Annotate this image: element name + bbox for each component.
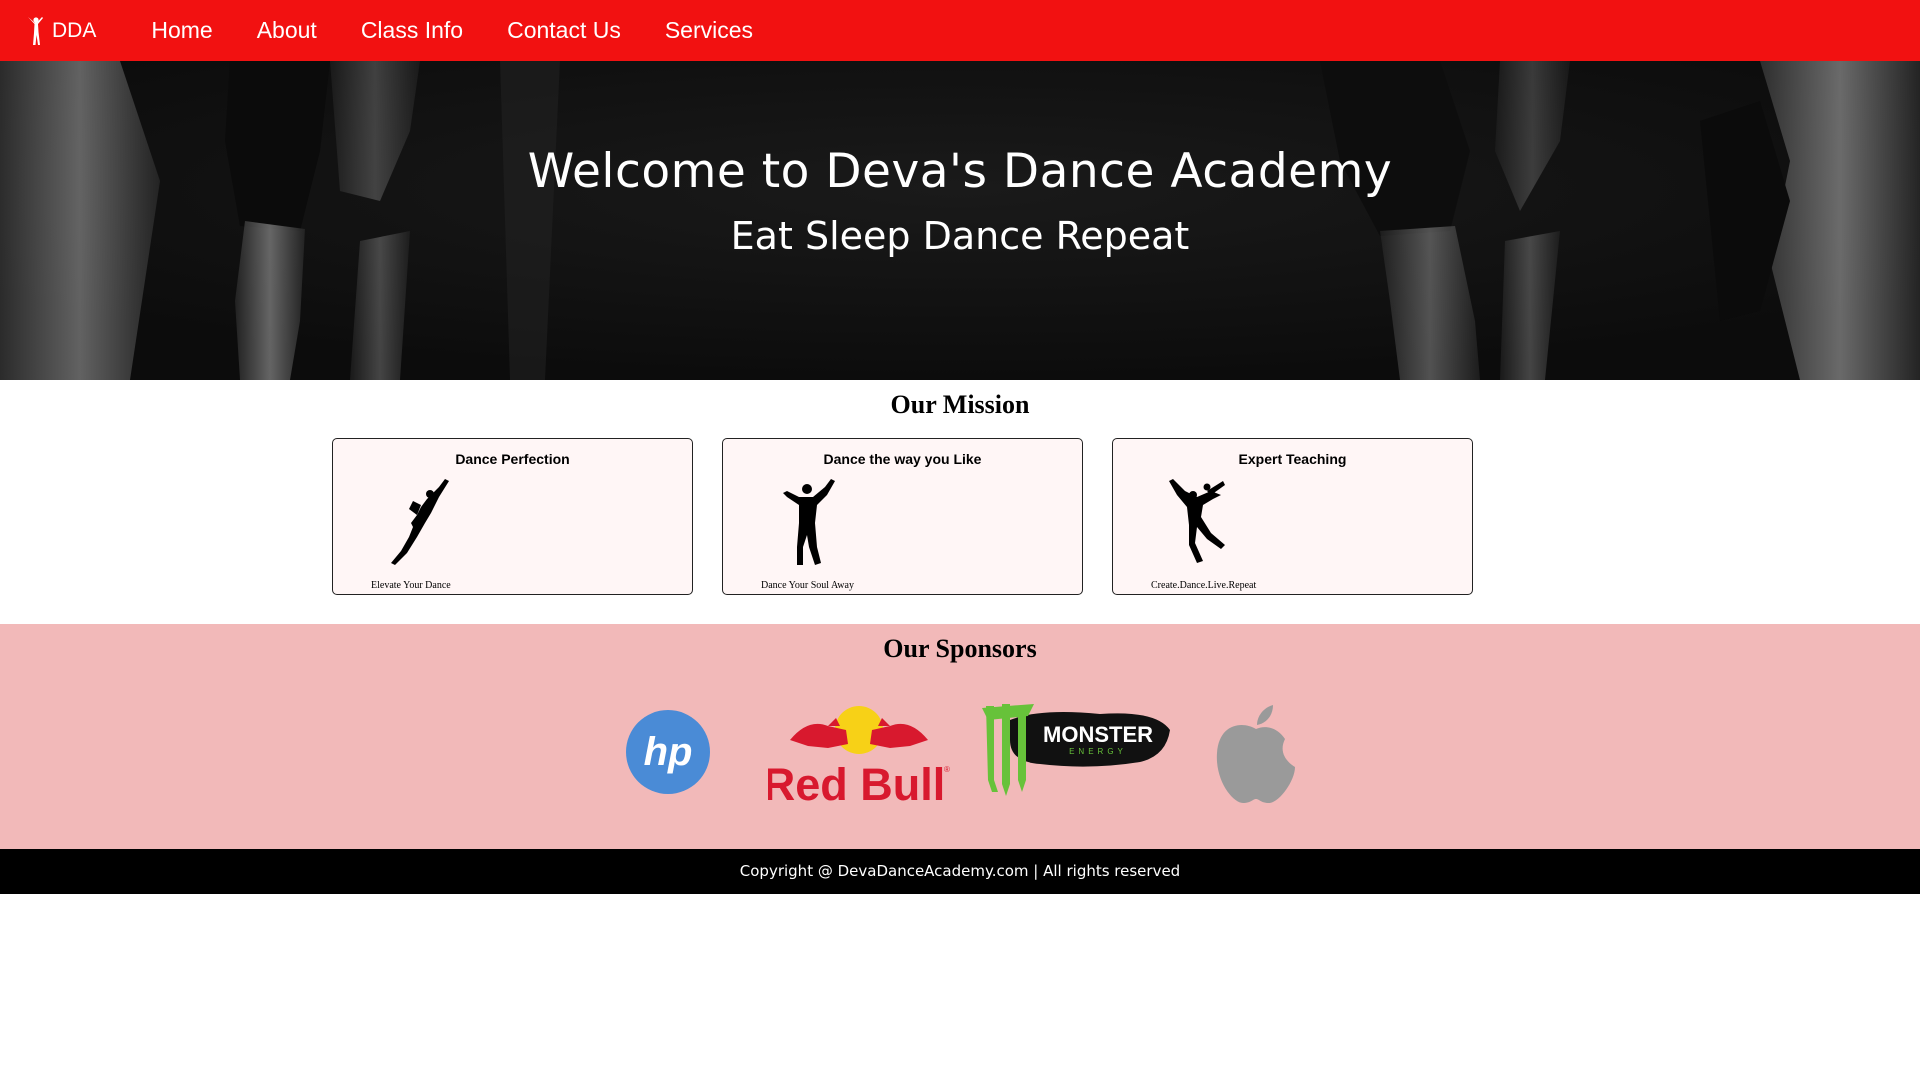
hero-banner: Welcome to Deva's Dance Academy Eat Slee…	[0, 61, 1920, 380]
brand-name: DDA	[52, 18, 97, 42]
card-caption: Create.Dance.Live.Repeat	[1151, 580, 1257, 591]
mission-card-expert-teaching: Expert Teaching Create.Dance.Live.Repeat	[1112, 438, 1473, 595]
sponsors-heading: Our Sponsors	[883, 634, 1037, 663]
card-caption: Dance Your Soul Away	[761, 580, 854, 591]
redbull-logo-text: Red Bull	[768, 759, 945, 806]
copyright-text: Copyright @ DevaDanceAcademy.com | All r…	[739, 862, 1181, 880]
mission-heading: Our Mission	[890, 390, 1030, 419]
leaping-dancer-icon	[391, 479, 449, 565]
nav-links: Home About Class Info Contact Us Service…	[129, 17, 775, 44]
hero-subtitle: Eat Sleep Dance Repeat	[730, 214, 1190, 258]
card-title: Expert Teaching	[1238, 451, 1347, 467]
hero-title: Welcome to Deva's Dance Academy	[527, 144, 1393, 199]
svg-text:®: ®	[944, 765, 950, 774]
top-navbar: DDA Home About Class Info Contact Us Ser…	[0, 0, 1920, 61]
footer: Copyright @ DevaDanceAcademy.com | All r…	[0, 849, 1920, 894]
dancer-logo-icon	[28, 16, 43, 45]
mission-section: Our Mission Dance Perfection Elevate You…	[0, 380, 1920, 624]
card-title: Dance the way you Like	[823, 451, 982, 467]
sponsors-section: Our Sponsors hp Red Bull ® MONSTER ENERG…	[0, 624, 1920, 849]
nav-contact-us[interactable]: Contact Us	[507, 17, 621, 44]
brand-link[interactable]: DDA	[26, 16, 96, 46]
nav-home[interactable]: Home	[151, 17, 212, 44]
mission-card-dance-your-way: Dance the way you Like Dance Your Soul A…	[722, 438, 1083, 595]
monster-logo-text: MONSTER	[1043, 722, 1153, 747]
apple-icon[interactable]	[1213, 703, 1299, 805]
male-dancer-icon	[783, 479, 835, 565]
hp-logo-text: hp	[644, 730, 693, 774]
nav-class-info[interactable]: Class Info	[361, 17, 463, 44]
sponsor-monster-logo[interactable]: MONSTER ENERGY	[980, 700, 1172, 802]
couple-dancer-icon	[1169, 479, 1225, 563]
sponsor-redbull-logo[interactable]: Red Bull ®	[768, 700, 950, 806]
nav-about[interactable]: About	[257, 17, 317, 44]
nav-services[interactable]: Services	[665, 17, 753, 44]
sponsor-hp-logo[interactable]: hp	[625, 709, 711, 795]
monster-logo-subtext: ENERGY	[1069, 747, 1127, 756]
card-caption: Elevate Your Dance	[371, 580, 451, 591]
card-title: Dance Perfection	[455, 451, 570, 467]
mission-card-dance-perfection: Dance Perfection Elevate Your Dance	[332, 438, 693, 595]
